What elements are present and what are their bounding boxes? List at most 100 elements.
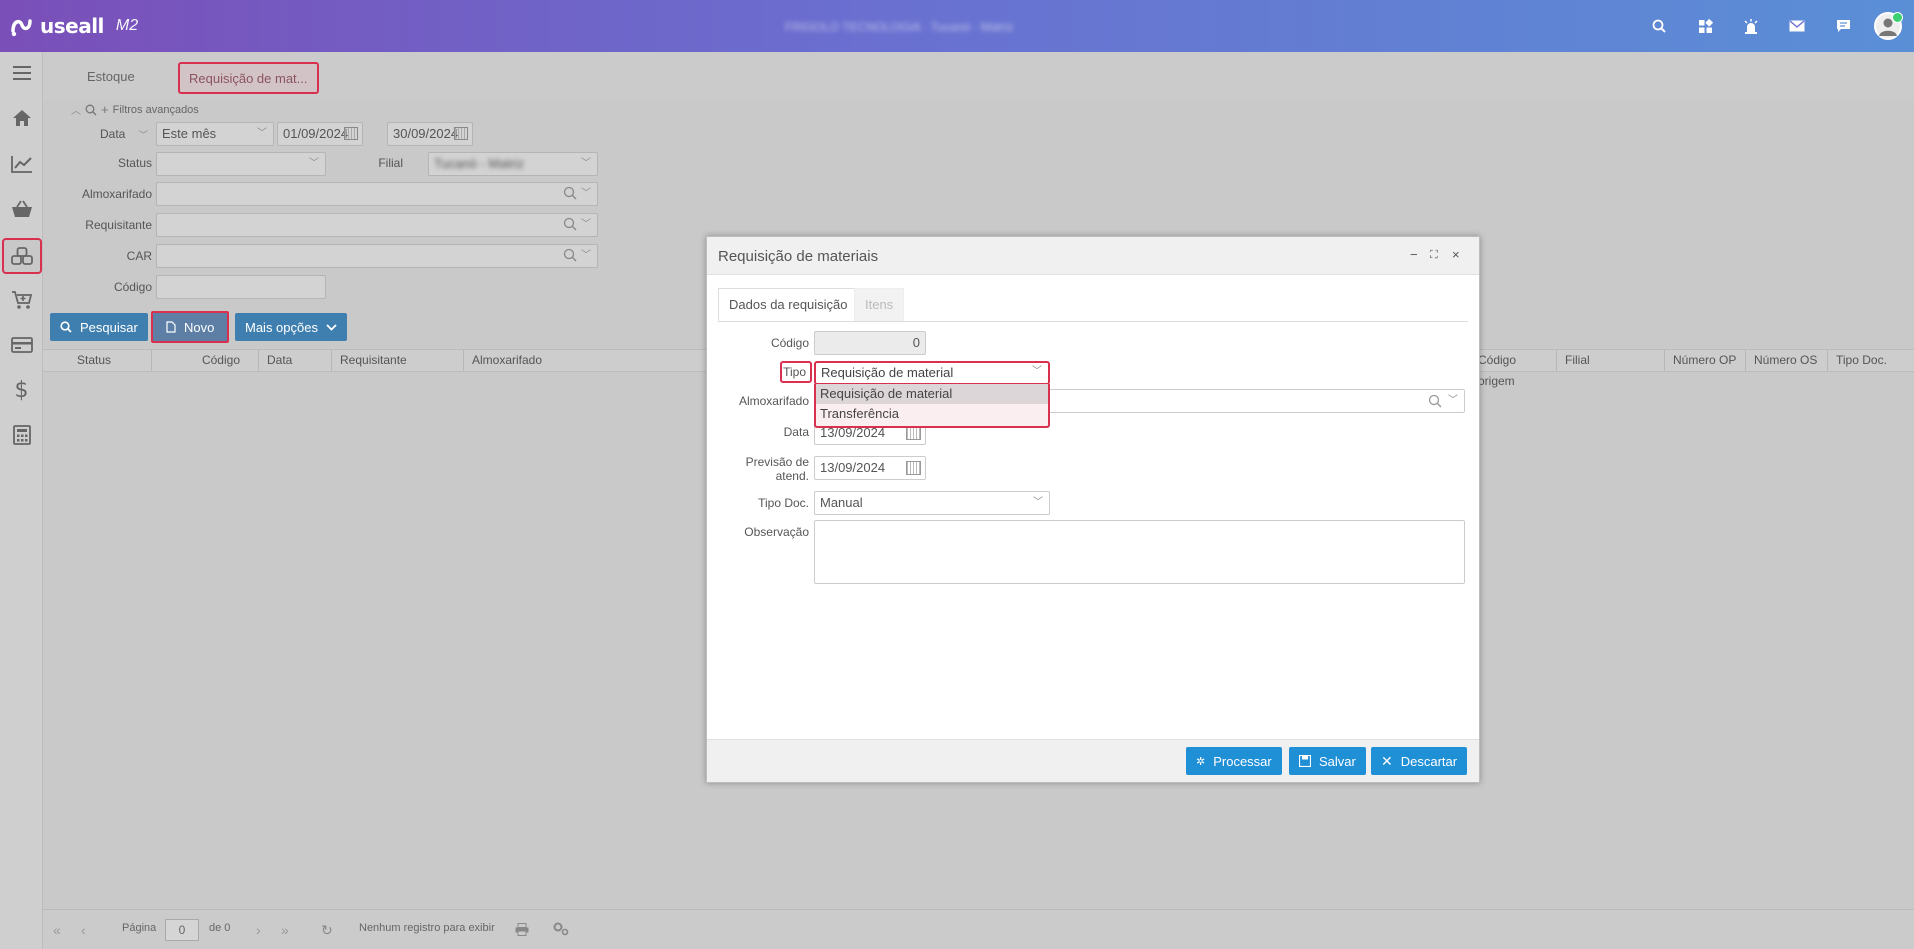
calendar-icon[interactable] <box>454 127 468 140</box>
search-icon <box>85 104 97 115</box>
minimize-icon[interactable]: − <box>1410 247 1418 262</box>
tab-divider <box>718 321 1468 322</box>
period-select[interactable]: Este mês ﹀ <box>156 122 274 146</box>
dialog-title: Requisição de materiais <box>718 248 879 265</box>
col-codigo[interactable]: Código <box>152 350 259 371</box>
last-page-icon[interactable]: » <box>281 922 289 938</box>
logo-suffix: M2 <box>115 17 139 34</box>
user-avatar[interactable] <box>1874 12 1903 40</box>
previsao-label-line2: atend. <box>775 469 809 483</box>
descartar-button[interactable]: ✕ Descartar <box>1371 747 1468 775</box>
prev-page-icon[interactable]: ‹ <box>81 922 86 938</box>
status-label: Status <box>117 156 152 170</box>
col-numero-os[interactable]: Número OS <box>1746 350 1828 371</box>
next-page-icon[interactable]: › <box>256 922 261 938</box>
codigo-field: 0 <box>814 331 926 355</box>
obs-textarea[interactable] <box>814 520 1465 584</box>
logo[interactable]: useall M2 <box>10 14 138 38</box>
tipo-option-transferencia[interactable]: Transferência <box>816 404 1048 424</box>
search-icon[interactable] <box>563 248 577 262</box>
credit-card-icon[interactable] <box>0 325 43 365</box>
spinner-icon: ✲ <box>1196 755 1206 768</box>
basket-icon[interactable] <box>0 189 43 229</box>
col-numero-op[interactable]: Número OP <box>1665 350 1746 371</box>
tipo-select[interactable]: Requisição de material ﹀ <box>814 361 1050 385</box>
tab-itens[interactable]: Itens <box>854 288 905 322</box>
calendar-icon[interactable] <box>906 461 921 475</box>
pesquisar-button[interactable]: Pesquisar <box>50 313 148 341</box>
empty-message: Nenhum registro para exibir <box>359 922 495 934</box>
cart-icon[interactable] <box>0 280 43 320</box>
chart-line-icon[interactable] <box>0 144 43 184</box>
sidebar-item-estoque[interactable] <box>2 238 42 274</box>
search-icon[interactable] <box>563 217 577 231</box>
dollar-icon[interactable]: $ <box>0 370 43 410</box>
close-icon[interactable]: × <box>1452 247 1460 262</box>
previsao-field[interactable]: 13/09/2024 <box>814 456 926 480</box>
salvar-button[interactable]: Salvar <box>1289 747 1366 775</box>
file-icon <box>166 321 176 333</box>
home-icon[interactable] <box>0 98 43 138</box>
col-requisitante[interactable]: Requisitante <box>332 350 464 371</box>
print-icon[interactable] <box>515 923 529 936</box>
tab-dados-requisicao[interactable]: Dados da requisição <box>718 288 859 322</box>
chat-icon[interactable] <box>1820 0 1866 52</box>
tab-estoque[interactable]: Estoque <box>78 62 144 94</box>
date-to-input[interactable]: 30/09/2024 <box>387 122 473 146</box>
mail-icon[interactable] <box>1774 0 1820 52</box>
col-filial[interactable]: Filial <box>1557 350 1665 371</box>
filial-select[interactable]: Tucanò - Matriz ﹀ <box>428 152 598 176</box>
tab-requisicao[interactable]: Requisição de mat... <box>178 62 319 94</box>
menu-icon[interactable] <box>0 53 43 93</box>
data-filter-label: Data <box>100 127 126 141</box>
salvar-label: Salvar <box>1319 753 1356 769</box>
status-select[interactable]: ﹀ <box>156 152 326 176</box>
refresh-icon[interactable]: ↻ <box>321 922 333 939</box>
search-icon <box>60 321 72 333</box>
novo-label: Novo <box>184 319 215 335</box>
search-icon[interactable] <box>1636 0 1682 52</box>
processar-label: Processar <box>1213 753 1272 769</box>
calendar-icon[interactable] <box>344 127 358 140</box>
first-page-icon[interactable]: « <box>53 922 61 938</box>
page-input[interactable]: 0 <box>165 919 199 941</box>
car-input[interactable]: ﹀ <box>156 244 598 268</box>
pager: « ‹ Página 0 de 0 › » ↻ Nenhum registro … <box>43 909 1914 949</box>
col-almoxarifado[interactable]: Almoxarifado <box>464 350 704 371</box>
col-data[interactable]: Data <box>259 350 332 371</box>
car-label: CAR <box>126 249 152 263</box>
search-icon[interactable] <box>1428 394 1442 408</box>
chevron-down-icon: ﹀ <box>1448 395 1458 406</box>
sidebar: $ <box>0 52 43 949</box>
tipo-option-requisicao[interactable]: Requisição de material <box>816 384 1048 404</box>
requisitante-input[interactable]: ﹀ <box>156 213 598 237</box>
processar-button[interactable]: ✲ Processar <box>1186 747 1282 775</box>
novo-button[interactable]: Novo <box>151 311 230 343</box>
codigo-input[interactable] <box>156 275 326 299</box>
mais-opcoes-button[interactable]: Mais opções <box>235 313 347 341</box>
advanced-filters-toggle[interactable]: ︿ + Filtros avançados <box>71 102 199 117</box>
date-from-value: 01/09/2024 <box>283 126 349 141</box>
apps-icon[interactable] <box>1682 0 1728 52</box>
col-codigo-origem[interactable]: Código origem <box>1469 350 1557 388</box>
period-value: Este mês <box>162 126 217 141</box>
date-from-input[interactable]: 01/09/2024 <box>277 122 363 146</box>
requisicao-dialog: Requisição de materiais − ⛶ × Dados da r… <box>706 236 1480 783</box>
settings-icon[interactable] <box>553 922 569 936</box>
calendar-icon[interactable] <box>906 426 921 440</box>
previsao-label-line1: Previsão de <box>745 455 809 469</box>
almox-input[interactable]: ﹀ <box>156 182 598 206</box>
search-icon[interactable] <box>563 186 577 200</box>
col-tipo-doc[interactable]: Tipo Doc. <box>1828 350 1914 371</box>
chevron-up-icon: ︿ <box>71 106 81 117</box>
tipo-doc-select[interactable]: Manual ﹀ <box>814 491 1050 515</box>
maximize-icon[interactable]: ⛶ <box>1430 249 1438 262</box>
requisitante-label: Requisitante <box>85 218 152 232</box>
previsao-label: Previsão de atend. <box>746 455 809 483</box>
advanced-filters-label: Filtros avançados <box>112 103 199 116</box>
almox-label: Almoxarifado <box>738 394 809 408</box>
calculator-icon[interactable] <box>0 415 43 455</box>
col-status[interactable]: Status <box>69 350 152 371</box>
dialog-header: Requisição de materiais − ⛶ × <box>707 237 1479 275</box>
alarm-icon[interactable] <box>1728 0 1774 52</box>
